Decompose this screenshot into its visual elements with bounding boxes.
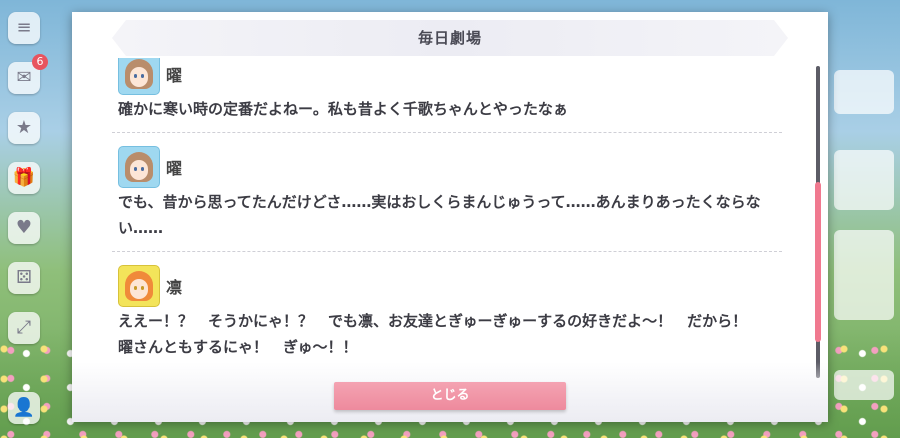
you-avatar (118, 146, 160, 188)
rin-avatar (118, 265, 160, 307)
speaker-row: 曜 (118, 58, 782, 96)
event-icon[interactable]: ★ (8, 112, 40, 144)
speaker-name: 曜 (166, 159, 183, 178)
background-card (834, 230, 894, 320)
you-avatar (118, 58, 160, 95)
background-card (834, 150, 894, 210)
dialog-header: 毎日劇場 (112, 20, 788, 56)
notification-badge: 6 (32, 54, 48, 70)
daily-theater-dialog: 毎日劇場 曜 確かに寒い時の定番だよねー。私も昔よく千歌ちゃんとやったなぁ 曜 … (72, 12, 828, 422)
log-entry: 凛 ええー！？ そうかにゃ！？ でも凛、お友達とぎゅーぎゅーするの好きだよ～！ … (112, 264, 782, 370)
scrollbar-thumb[interactable] (815, 182, 821, 342)
log-entry: 曜 でも、昔から思ってたんだけどさ……実はおしくらまんじゅうって……あんまりあっ… (112, 145, 782, 252)
conversation-log-content: 曜 確かに寒い時の定番だよねー。私も昔よく千歌ちゃんとやったなぁ 曜 でも、昔か… (112, 58, 782, 378)
dialog-title: 毎日劇場 (417, 29, 482, 47)
background-card (834, 70, 894, 114)
gift-icon[interactable]: 🎁 (8, 162, 40, 194)
speaker-row: 凛 (118, 264, 782, 308)
menu-icon[interactable]: ≡ (8, 12, 40, 44)
conversation-log[interactable]: 曜 確かに寒い時の定番だよねー。私も昔よく千歌ちゃんとやったなぁ 曜 でも、昔か… (112, 58, 812, 378)
speaker-name: 曜 (166, 66, 183, 85)
speaker-name: 凛 (166, 278, 183, 297)
dialogue-text: 確かに寒い時の定番だよねー。私も昔よく千歌ちゃんとやったなぁ (118, 100, 568, 118)
background-card (834, 370, 894, 400)
background-left-menu: ≡ ✉ 6 ★ 🎁 ♥ ⚄ ⤢ 👤 (0, 0, 62, 438)
speaker-row: 曜 (118, 145, 782, 189)
log-entry: 曜 確かに寒い時の定番だよねー。私も昔よく千歌ちゃんとやったなぁ (112, 58, 782, 133)
dialogue-text: ええー！？ そうかにゃ！？ でも凛、お友達とぎゅーぎゅーするの好きだよ～！ だか… (118, 312, 763, 356)
expand-icon[interactable]: ⤢ (8, 312, 40, 344)
dialogue-text: でも、昔から思ってたんだけどさ……実はおしくらまんじゅうって……あんまりあったく… (118, 193, 761, 237)
user-icon[interactable]: 👤 (8, 392, 40, 424)
heart-icon[interactable]: ♥ (8, 212, 40, 244)
background-right-panel (820, 0, 900, 438)
close-button[interactable]: とじる (334, 382, 566, 410)
dice-icon[interactable]: ⚄ (8, 262, 40, 294)
